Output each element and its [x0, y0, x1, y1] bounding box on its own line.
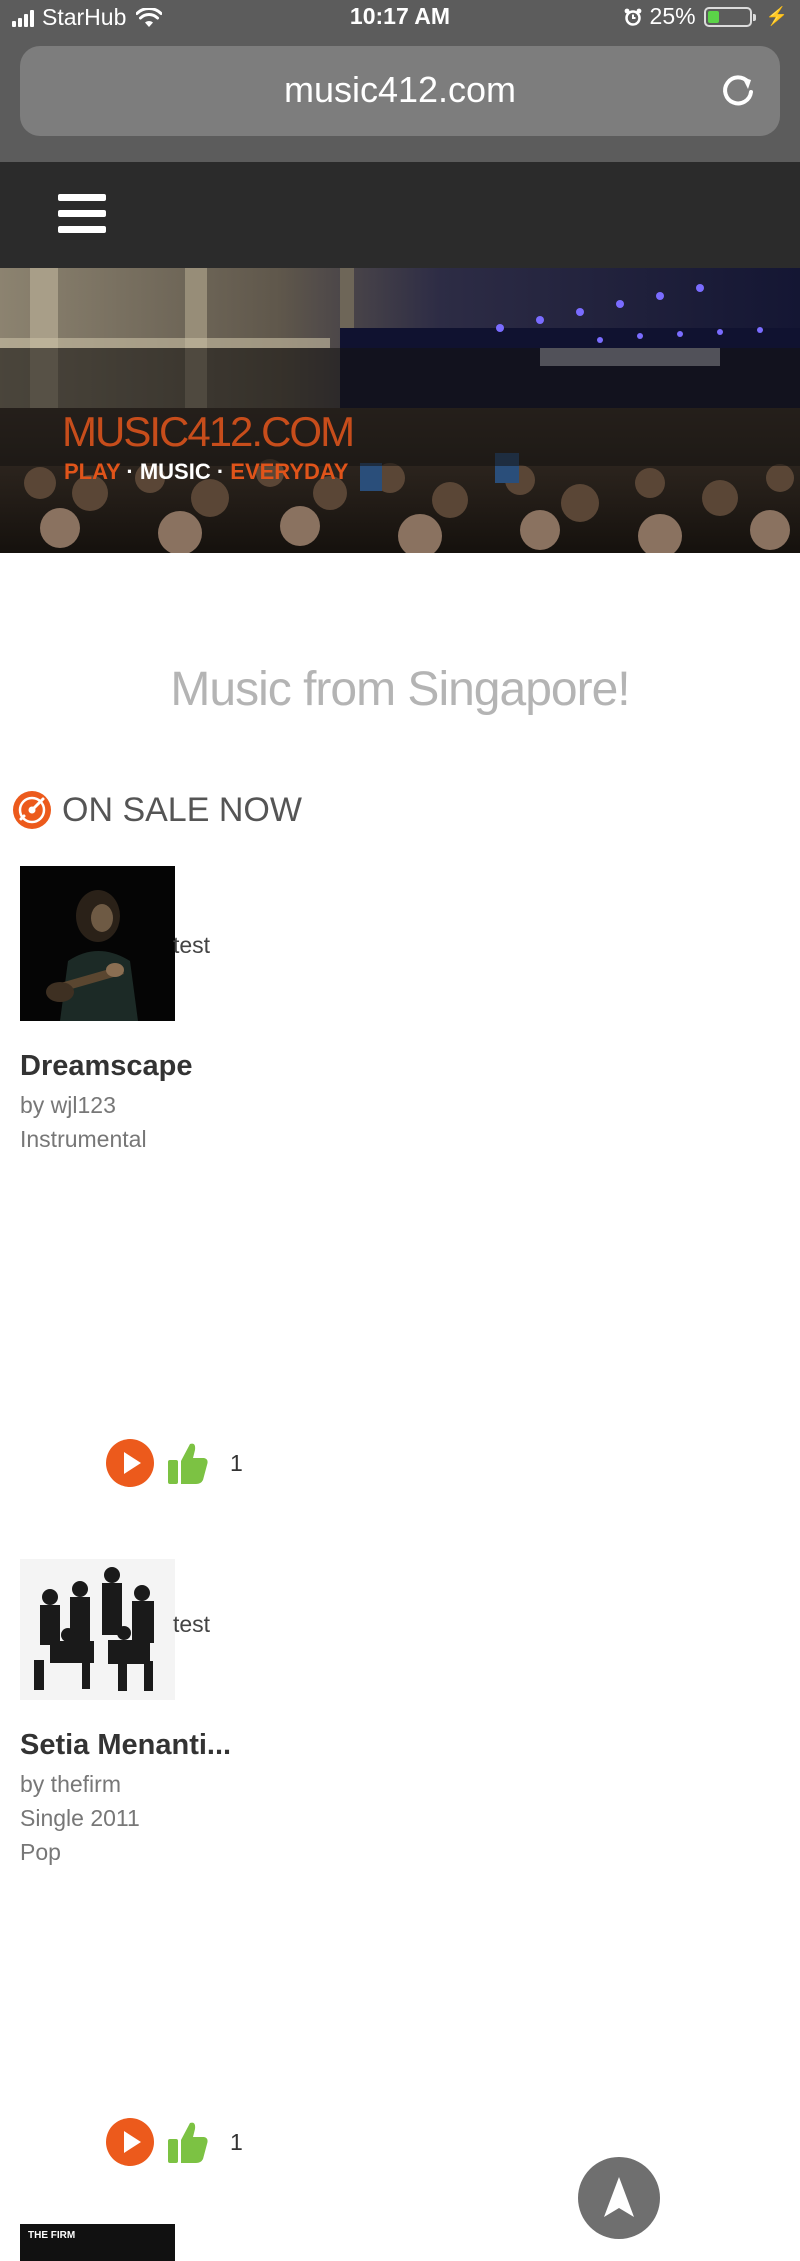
product-card: test Dreamscape by wjl123 Instrumental 1: [20, 866, 720, 1487]
tagline-music: MUSIC: [139, 459, 211, 484]
address-bar[interactable]: music412.com: [20, 46, 780, 136]
like-count: 1: [230, 1449, 243, 1476]
site-nav: [0, 162, 800, 268]
tagline-separator: ·: [120, 459, 140, 484]
album-art: [20, 866, 175, 1021]
section-title: ON SALE NOW: [62, 790, 302, 829]
product-artist[interactable]: by thefirm: [20, 1771, 121, 1798]
product-release: Single 2011: [20, 1805, 140, 1831]
product-actions: 1: [106, 1439, 243, 1487]
browser-chrome: StarHub 10:17 AM 25% ⚡ music412.com: [0, 0, 800, 162]
album-art: [20, 1545, 175, 1700]
like-count: 1: [230, 2128, 243, 2155]
product-thumbnail[interactable]: [20, 866, 175, 1021]
play-icon[interactable]: [106, 2118, 154, 2166]
thumbnail-caption: test: [173, 932, 211, 958]
arrow-up-icon: [604, 2177, 634, 2217]
product-actions: 1: [106, 2118, 243, 2166]
product-thumbnail[interactable]: THE FIRM: [20, 2224, 175, 2261]
tagline-everyday: EVERYDAY: [230, 459, 349, 484]
site-logo[interactable]: MUSIC412.COM: [62, 408, 355, 456]
thumbnail-text: THE FIRM: [28, 2230, 76, 2241]
reload-icon[interactable]: [718, 70, 758, 110]
product-genre: Instrumental: [20, 1126, 147, 1152]
status-bar: StarHub 10:17 AM 25% ⚡: [0, 0, 800, 36]
site-tagline: PLAY · MUSIC · EVERYDAY: [64, 459, 348, 485]
alarm-icon: [624, 8, 641, 26]
product-genre: Pop: [20, 1839, 61, 1865]
product-title[interactable]: Dreamscape: [20, 1050, 193, 1083]
battery-percent: 25%: [649, 3, 696, 29]
battery-icon: [703, 6, 756, 27]
tagline-play: PLAY: [64, 459, 121, 484]
page-heading: Music from Singapore!: [170, 663, 630, 716]
hero-banner: MUSIC412.COM PLAY · MUSIC · EVERYDAY: [0, 268, 800, 553]
status-right: 25% ⚡: [624, 3, 788, 30]
product-title[interactable]: Setia Menanti...: [20, 1729, 231, 1762]
thumbs-up-icon[interactable]: [166, 1440, 210, 1486]
thumbs-up-icon[interactable]: [166, 2119, 210, 2165]
scroll-top-button[interactable]: [578, 2157, 660, 2239]
thumbnail-caption: test: [173, 1611, 211, 1637]
section-header: ON SALE NOW: [12, 790, 302, 830]
battery-fill: [707, 10, 719, 23]
charging-icon: ⚡: [765, 6, 788, 26]
product-card: test Setia Menanti... by thefirm Single …: [20, 1545, 720, 2166]
play-icon[interactable]: [106, 1439, 154, 1487]
url-text[interactable]: music412.com: [20, 69, 780, 111]
hamburger-icon[interactable]: [58, 194, 108, 236]
disc-icon: [13, 791, 51, 829]
product-thumbnail[interactable]: [20, 1545, 175, 1700]
product-artist[interactable]: by wjl123: [20, 1092, 116, 1119]
tagline-separator: ·: [210, 459, 231, 484]
